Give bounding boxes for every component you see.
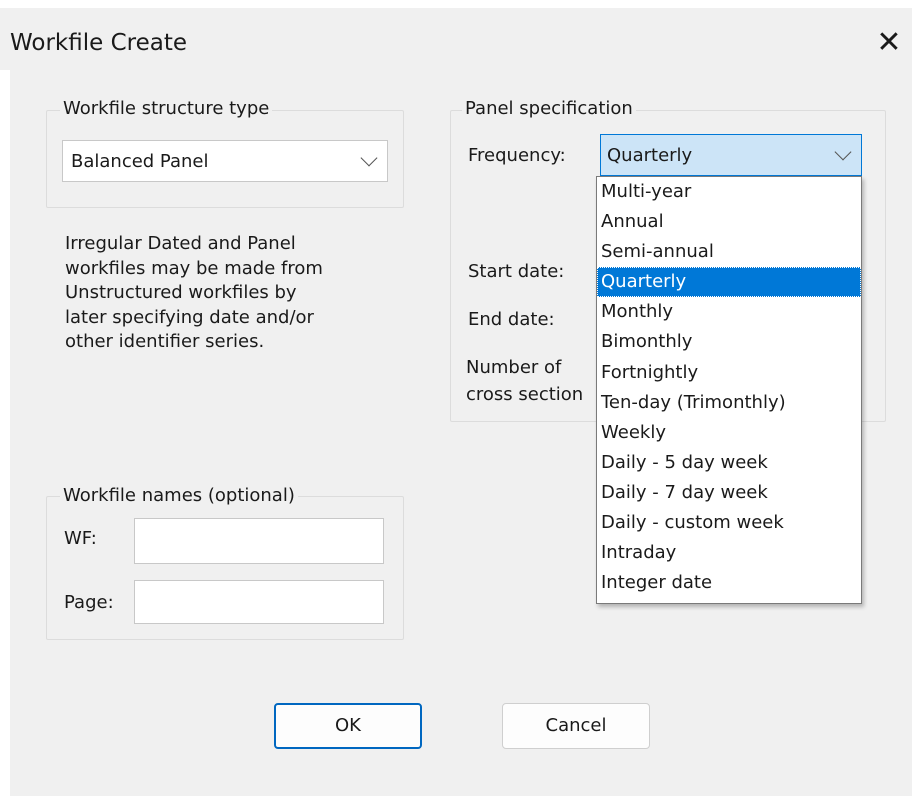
chevron-down-icon bbox=[834, 143, 852, 161]
description-line: other identifier series. bbox=[65, 331, 265, 352]
frequency-option[interactable]: Weekly bbox=[597, 418, 861, 448]
number-label-line2: cross section bbox=[466, 384, 584, 405]
structure-type-legend: Workfile structure type bbox=[60, 98, 273, 119]
title-bar: Workfile Create ✕ bbox=[0, 8, 912, 70]
frequency-option[interactable]: Semi-annual bbox=[597, 237, 861, 267]
end-date-label: End date: bbox=[468, 309, 555, 330]
description-line: later specifying date and/or bbox=[65, 306, 314, 328]
frequency-option[interactable]: Monthly bbox=[597, 297, 861, 327]
frequency-option[interactable]: Integer date bbox=[597, 568, 861, 598]
structure-type-select[interactable]: Balanced Panel bbox=[62, 140, 388, 182]
description-line: Irregular Dated and Panel bbox=[65, 233, 296, 254]
panel-spec-legend: Panel specification bbox=[462, 98, 636, 119]
frequency-option[interactable]: Bimonthly bbox=[597, 327, 861, 357]
workfile-names-legend: Workfile names (optional) bbox=[60, 485, 298, 506]
start-date-label: Start date: bbox=[468, 261, 565, 282]
cancel-button[interactable]: Cancel bbox=[502, 703, 650, 749]
page-name-input[interactable] bbox=[134, 580, 384, 624]
structure-type-value: Balanced Panel bbox=[71, 151, 209, 172]
structure-description: Irregular Dated and Panel workfiles may … bbox=[65, 232, 395, 355]
chevron-down-icon bbox=[360, 149, 378, 167]
wf-name-input[interactable] bbox=[134, 518, 384, 564]
close-icon[interactable]: ✕ bbox=[872, 26, 906, 60]
frequency-option[interactable]: Ten-day (Trimonthly) bbox=[597, 388, 861, 418]
frequency-option[interactable]: Daily - custom week bbox=[597, 508, 861, 538]
frequency-select[interactable]: Quarterly bbox=[600, 134, 862, 176]
frequency-option[interactable]: Daily - 7 day week bbox=[597, 478, 861, 508]
description-line: Unstructured workfiles by bbox=[65, 282, 297, 303]
frequency-option[interactable]: Fortnightly bbox=[597, 358, 861, 388]
frequency-option[interactable]: Annual bbox=[597, 207, 861, 237]
frequency-option[interactable]: Multi-year bbox=[597, 177, 861, 207]
description-line: workfiles may be made from bbox=[65, 257, 323, 279]
ok-button[interactable]: OK bbox=[274, 703, 422, 749]
frequency-label: Frequency: bbox=[468, 145, 566, 166]
dialog-title: Workfile Create bbox=[10, 30, 188, 56]
page-label: Page: bbox=[64, 592, 114, 613]
frequency-dropdown-list[interactable]: Multi-year Annual Semi-annual Quarterly Mont… bbox=[596, 176, 862, 604]
wf-label: WF: bbox=[64, 528, 97, 549]
frequency-option[interactable]: Daily - 5 day week bbox=[597, 448, 861, 478]
frequency-option[interactable]: Quarterly bbox=[597, 267, 861, 298]
frequency-option[interactable]: Intraday bbox=[597, 538, 861, 568]
frequency-value: Quarterly bbox=[607, 145, 693, 166]
number-label-line1: Number of bbox=[466, 357, 562, 378]
